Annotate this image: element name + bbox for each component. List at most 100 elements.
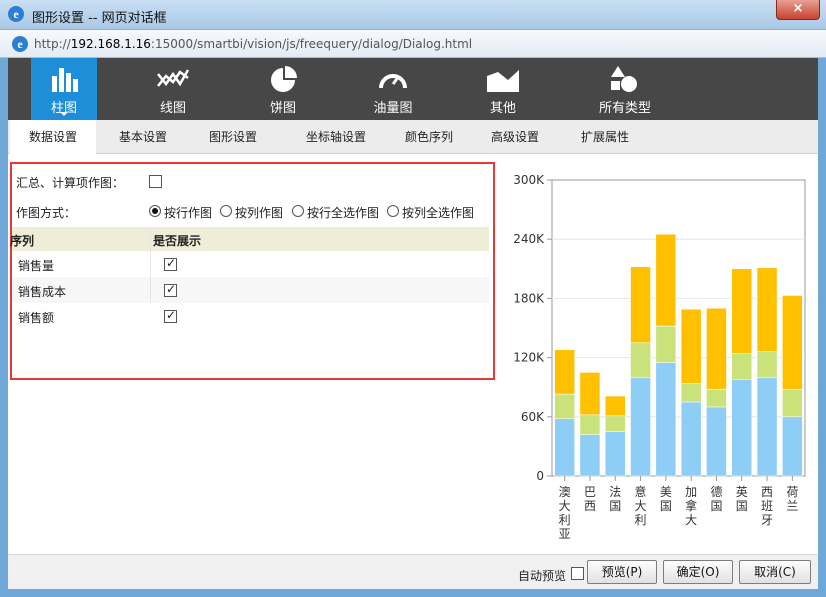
bar-segment [605,395,626,417]
preview-button[interactable]: 预览(P) [587,560,657,584]
url-text: http://192.168.1.16:15000/smartbi/vision… [34,37,472,51]
bar-segment [731,268,752,354]
y-tick-label: 300K [513,173,545,187]
bar-segment [630,342,651,378]
bar-segment [756,267,778,352]
bar-segment [731,353,752,380]
window-title: 图形设置 -- 网页对话框 [32,11,167,26]
x-tick-char: 班 [761,499,773,513]
chart-type-all[interactable]: 所有类型 [580,58,670,120]
x-tick-char: 西 [761,485,773,499]
x-tick-label: 加拿大 [685,485,697,527]
bar-segment [731,379,752,477]
tab-graph-settings[interactable]: 图形设置 [190,120,276,154]
x-tick-char: 加 [685,485,697,499]
tab-basic-settings[interactable]: 基本设置 [100,120,186,154]
mode-label: 作图方式： [16,206,77,220]
cancel-button[interactable]: 取消(C) [739,560,811,584]
bar-segment [655,325,677,363]
x-tick-label: 西班牙 [761,485,773,527]
data-settings-panel: 汇总、计算项作图： 作图方式： 按行作图 按列作图 按行全选作图 按列全选作图 … [10,162,495,380]
caret-down-icon [60,112,68,116]
x-tick-char: 大 [559,499,571,513]
close-button[interactable]: × [776,0,820,20]
bar-segment [579,434,601,477]
tab-axis-settings[interactable]: 坐标轴设置 [288,120,384,154]
series-table-header: 序列 是否展示 [10,227,489,251]
address-bar: e http://192.168.1.16:15000/smartbi/visi… [0,30,826,58]
bar-segment [554,418,575,477]
settings-tabs: 数据设置 基本设置 图形设置 坐标轴设置 颜色序列 高级设置 扩展属性 [8,120,818,155]
chart-type-gauge[interactable]: 油量图 [360,58,426,120]
x-tick-char: 德 [710,484,722,499]
auto-preview-label: 自动预览 [518,569,567,583]
x-tick-char: 兰 [786,499,798,513]
show-checkbox[interactable] [164,282,177,297]
radio-by-column-all[interactable] [387,205,399,217]
x-tick-char: 意 [635,484,647,499]
column-divider [150,227,151,303]
summary-checkbox[interactable] [149,175,162,188]
ok-button[interactable]: 确定(O) [663,560,733,584]
bar-segment [655,362,677,477]
tab-advanced-settings[interactable]: 高级设置 [472,120,558,154]
chart-type-bar: 柱图 线图 饼图 油量图 其他 所有类型 [8,58,818,120]
x-tick-char: 国 [609,499,621,513]
series-name: 销售额 [18,311,55,325]
x-tick-char: 牙 [761,513,773,527]
url-prefix: http:// [34,37,71,51]
chart-type-pie-chart[interactable]: 饼图 [250,58,316,120]
bar-segment [605,431,626,477]
chart-type-other[interactable]: 其他 [470,58,536,120]
radio-by-row[interactable] [149,205,161,217]
chart-type-line-chart[interactable]: 线图 [140,58,206,120]
bar-segment [630,377,651,477]
header-show: 是否展示 [153,234,202,248]
x-tick-char: 利 [635,513,647,527]
table-row: 销售成本 [12,277,489,303]
tab-extended-properties[interactable]: 扩展属性 [562,120,648,154]
ie-icon: e [8,6,24,22]
bar-segment [782,388,803,418]
y-tick-label: 0 [536,469,544,483]
x-tick-label: 英国 [736,485,748,513]
radio-by-row-label: 按行作图 [164,206,213,220]
gauge-icon [379,74,407,89]
bar-segment [782,295,803,390]
tab-data-settings[interactable]: 数据设置 [10,120,96,155]
x-tick-char: 法 [609,485,621,499]
preview-chart: 060K120K180K240K300K澳大利亚巴西法国意大利美国加拿大德国英国… [513,173,806,541]
x-tick-char: 拿 [685,498,697,513]
y-tick-label: 240K [513,232,545,246]
chart-type-label: 其他 [489,101,516,116]
shapes-icon [611,66,637,92]
bar-segment [605,415,626,432]
bar-segment [706,308,727,390]
table-row: 销售量 [12,251,489,277]
y-tick-label: 180K [513,291,545,305]
chart-type-bar-chart[interactable]: 柱图 [31,58,97,120]
x-tick-char: 澳 [559,485,571,499]
auto-preview-checkbox[interactable] [571,567,584,580]
dialog-body: 柱图 线图 饼图 油量图 其他 所有类型 数据设置 基本设置 图形设置 坐标轴设… [8,58,818,589]
title-bar: e 图形设置 -- 网页对话框 × [0,0,826,30]
x-tick-char: 荷 [786,485,798,499]
bar-segment [630,266,651,344]
show-checkbox[interactable] [164,308,177,323]
bar-segment [579,414,601,435]
x-tick-label: 美国 [660,485,672,513]
show-checkbox[interactable] [164,256,177,271]
bar-segment [680,309,702,384]
tab-color-series[interactable]: 颜色序列 [386,120,472,154]
x-tick-char: 大 [685,513,697,527]
x-tick-char: 巴 [584,485,596,499]
chart-type-label: 线图 [159,101,186,116]
radio-by-row-all[interactable] [292,205,304,217]
x-tick-char: 国 [736,499,748,513]
x-tick-char: 亚 [559,527,571,541]
bar-segment [680,401,702,477]
radio-by-column-all-label: 按列全选作图 [402,206,475,220]
url-path: :15000/smartbi/vision/js/freequery/dialo… [150,37,473,51]
radio-by-column[interactable] [220,205,232,217]
bar-segment [680,383,702,403]
